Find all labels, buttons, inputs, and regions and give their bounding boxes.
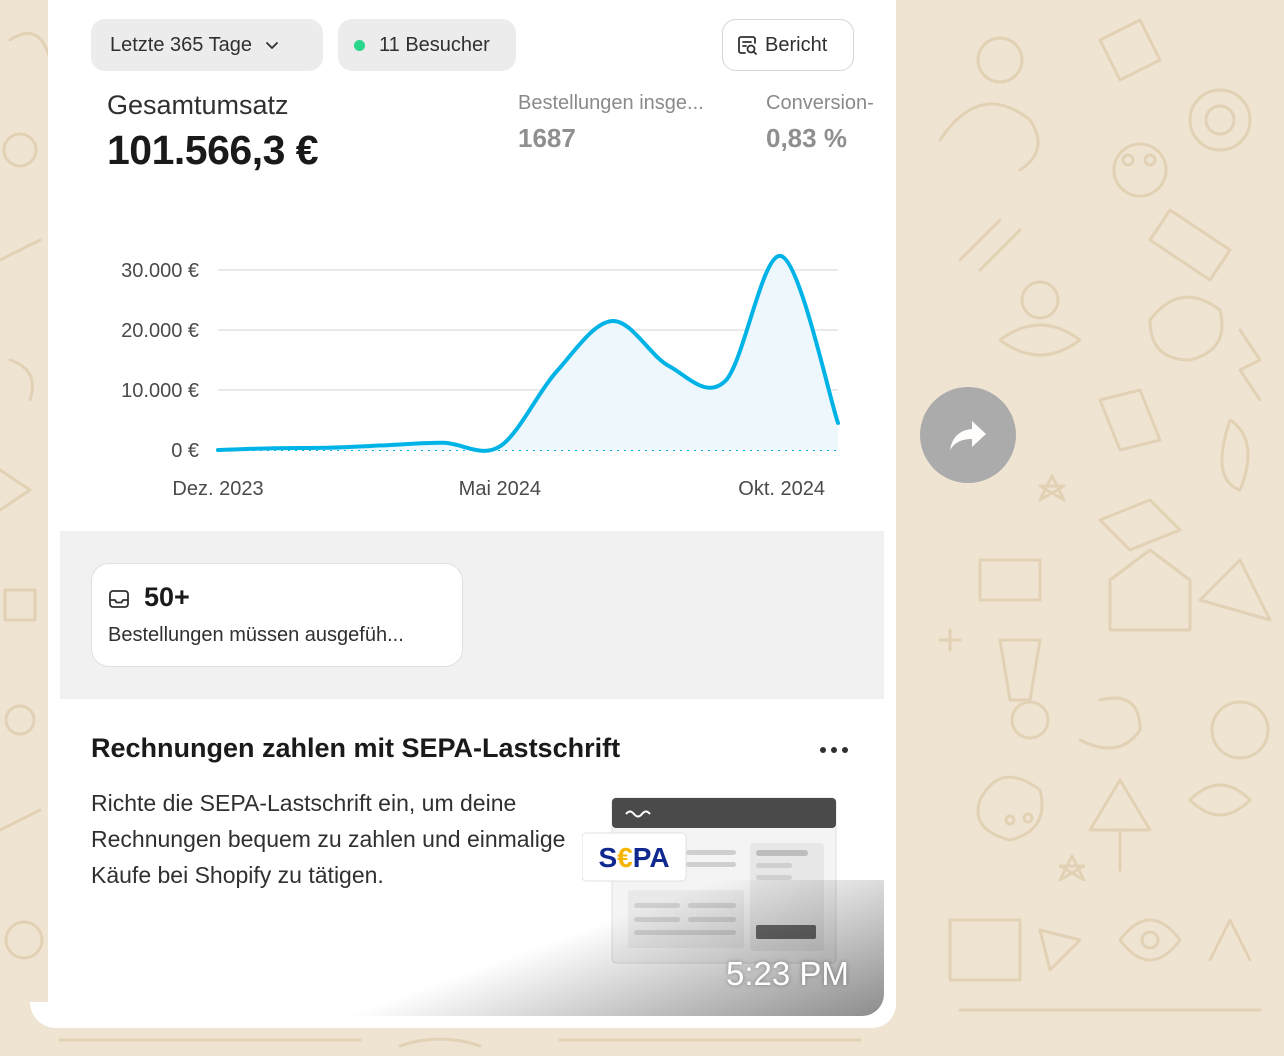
conversion-metric-value: 0,83 % (766, 123, 847, 153)
sepa-card-title: Rechnungen zahlen mit SEPA-Lastschrift (91, 733, 621, 763)
sepa-card-body: Richte die SEPA-Lastschrift ein, um dein… (91, 790, 566, 888)
total-sales-metric[interactable]: Gesamtumsatz 101.566,3 € (107, 90, 319, 174)
report-button[interactable]: Bericht (722, 19, 854, 71)
y-tick-label: 0 € (171, 440, 199, 462)
conversion-metric-label: Conversion- (766, 92, 874, 114)
x-tick-label: Mai 2024 (459, 478, 541, 500)
orders-count: 50+ (144, 582, 190, 612)
x-tick-label: Dez. 2023 (172, 478, 263, 500)
conversion-metric[interactable]: Conversion- 0,83 % (766, 92, 884, 154)
y-tick-label: 30.000 € (121, 260, 199, 282)
forward-button[interactable] (920, 387, 1016, 483)
period-dropdown[interactable]: Letzte 365 Tage (91, 19, 323, 71)
x-tick-label: Okt. 2024 (738, 478, 825, 500)
orders-to-fulfill-card[interactable]: 50+ Bestellungen müssen ausgefüh... (91, 563, 463, 667)
orders-metric-value: 1687 (518, 123, 576, 153)
y-tick-label: 20.000 € (121, 320, 199, 342)
live-dot-icon (354, 39, 365, 51)
report-icon (738, 36, 757, 55)
sales-series-area (218, 255, 838, 451)
orders-metric-label: Bestellungen insge... (518, 92, 704, 114)
inbox-icon (109, 590, 129, 608)
y-tick-label: 10.000 € (121, 380, 199, 402)
sepa-logo: S€PA (598, 842, 669, 873)
visitors-label: 11 Besucher (379, 33, 490, 56)
orders-card-text: Bestellungen müssen ausgefüh... (108, 624, 404, 646)
total-sales-value: 101.566,3 € (107, 127, 319, 173)
total-sales-label: Gesamtumsatz (107, 90, 289, 120)
tasks-section: 50+ Bestellungen müssen ausgefüh... (60, 531, 884, 699)
forward-arrow-icon (950, 421, 986, 450)
visitors-badge[interactable]: 11 Besucher (338, 19, 516, 71)
chevron-down-icon (266, 42, 278, 49)
orders-metric[interactable]: Bestellungen insge... 1687 (518, 92, 704, 154)
more-options-icon[interactable] (818, 737, 852, 763)
report-label: Bericht (765, 33, 828, 56)
timestamp-overlay (60, 880, 884, 1016)
shared-screenshot[interactable]: Letzte 365 Tage 11 Besucher Bericht Gesa… (60, 0, 884, 1016)
message-timestamp: 5:23 PM (726, 955, 849, 992)
period-label: Letzte 365 Tage (110, 33, 252, 56)
sales-line-chart: 30.000 € 20.000 € 10.000 € 0 € Dez. 2023 Mai … (121, 254, 840, 500)
